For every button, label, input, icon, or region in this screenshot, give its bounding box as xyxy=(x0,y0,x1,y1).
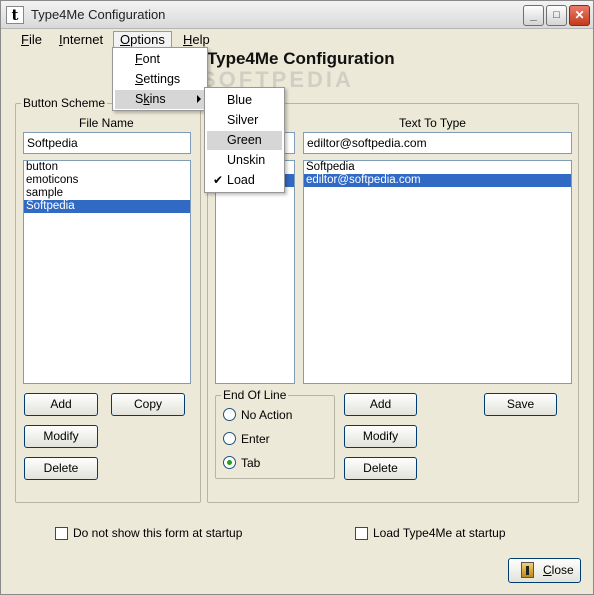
list-item-selected[interactable]: Softpedia xyxy=(24,200,190,213)
end-of-line-label: End Of Line xyxy=(221,388,289,402)
list-item[interactable]: sample xyxy=(24,187,190,200)
main-window: t Type4Me Configuration _ □ ✕ File Inter… xyxy=(0,0,594,595)
options-menu: Font Settings Skins xyxy=(112,47,208,111)
save-button[interactable]: Save xyxy=(484,393,557,416)
skins-submenu: Blue Silver Green Unskin ✔ Load xyxy=(204,87,285,193)
scheme-delete-button[interactable]: Delete xyxy=(24,457,98,480)
menu-options[interactable]: Options xyxy=(113,31,172,48)
minimize-button[interactable]: _ xyxy=(523,5,544,26)
maximize-button[interactable]: □ xyxy=(546,5,567,26)
list-item[interactable]: emoticons xyxy=(24,174,190,187)
radio-no-action[interactable]: No Action xyxy=(223,407,323,423)
submenu-arrow-icon xyxy=(197,95,201,103)
menu-item-blue[interactable]: Blue xyxy=(207,91,282,110)
list-item[interactable]: Softpedia xyxy=(304,161,571,174)
radio-circle[interactable] xyxy=(223,432,236,445)
menu-item-settings[interactable]: Settings xyxy=(115,70,207,89)
radio-enter[interactable]: Enter xyxy=(223,431,323,447)
door-icon xyxy=(521,562,534,578)
do-not-show-checkbox[interactable] xyxy=(55,527,68,540)
scheme-copy-button[interactable]: Copy xyxy=(111,393,185,416)
menu-bar: File Internet Options Help xyxy=(1,29,593,49)
window-title: Type4Me Configuration xyxy=(31,7,166,22)
close-window-button[interactable]: ✕ xyxy=(569,5,590,26)
check-icon: ✔ xyxy=(213,173,224,187)
text-list[interactable]: Softpedia ediltor@softpedia.com xyxy=(303,160,572,384)
text-delete-button[interactable]: Delete xyxy=(344,457,417,480)
menu-internet[interactable]: Internet xyxy=(53,31,109,48)
radio-circle-checked[interactable] xyxy=(223,456,236,469)
button-list[interactable] xyxy=(215,160,295,384)
close-button[interactable]: Close xyxy=(508,558,581,583)
do-not-show-label: Do not show this form at startup xyxy=(73,526,243,540)
button-scheme-label: Button Scheme xyxy=(21,96,108,110)
menu-item-font[interactable]: Font xyxy=(115,50,207,69)
menu-file[interactable]: File xyxy=(15,31,48,48)
load-at-startup-checkbox[interactable] xyxy=(355,527,368,540)
menu-item-skins[interactable]: Skins xyxy=(115,90,207,109)
file-name-label: File Name xyxy=(79,116,134,130)
scheme-add-button[interactable]: Add xyxy=(24,393,98,416)
text-to-type-label: Text To Type xyxy=(399,116,466,130)
menu-item-silver[interactable]: Silver xyxy=(207,111,282,130)
scheme-modify-button[interactable]: Modify xyxy=(24,425,98,448)
title-bar[interactable]: t Type4Me Configuration _ □ ✕ xyxy=(1,1,593,29)
text-add-button[interactable]: Add xyxy=(344,393,417,416)
radio-dot-icon xyxy=(227,460,232,465)
load-at-startup-label: Load Type4Me at startup xyxy=(373,526,506,540)
page-title: Type4Me Configuration xyxy=(207,49,395,68)
text-modify-button[interactable]: Modify xyxy=(344,425,417,448)
radio-circle[interactable] xyxy=(223,408,236,421)
menu-item-unskin[interactable]: Unskin xyxy=(207,151,282,170)
menu-item-green[interactable]: Green xyxy=(207,131,282,150)
app-icon: t xyxy=(6,6,24,24)
file-name-input[interactable]: Softpedia xyxy=(23,132,191,154)
list-item[interactable]: button xyxy=(24,161,190,174)
file-list[interactable]: button emoticons sample Softpedia xyxy=(23,160,191,384)
menu-item-load[interactable]: ✔ Load xyxy=(207,171,282,190)
list-item-selected[interactable]: ediltor@softpedia.com xyxy=(304,174,571,187)
menu-help[interactable]: Help xyxy=(177,31,216,48)
text-to-type-input[interactable]: ediltor@softpedia.com xyxy=(303,132,572,154)
radio-tab[interactable]: Tab xyxy=(223,455,323,471)
